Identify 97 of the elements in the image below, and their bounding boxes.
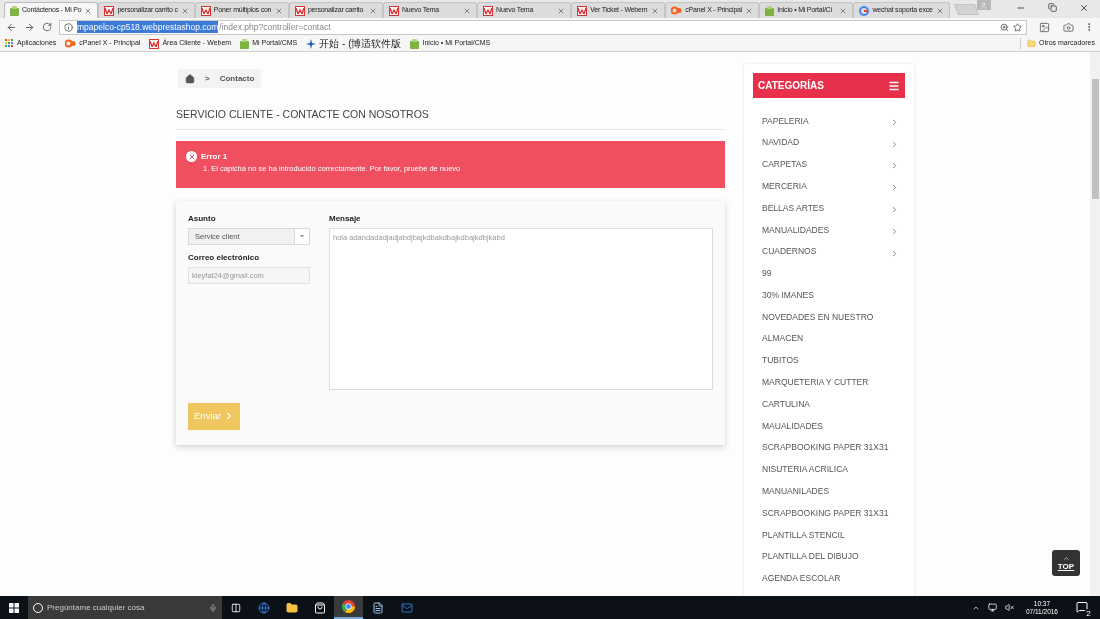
folder-icon[interactable]: [286, 601, 298, 614]
image-icon[interactable]: [1039, 21, 1050, 33]
home-icon[interactable]: [185, 73, 195, 84]
reload-icon[interactable]: [42, 22, 52, 32]
bookmark-item[interactable]: 开始 - (博适软件版: [319, 36, 402, 51]
address-bar[interactable]: mpapelco-cp518.webprestashop.com/index.php?controller=contact: [59, 19, 1027, 35]
notification-count: 2: [1084, 608, 1093, 618]
url-host: mpapelco-cp518.webprestashop.com: [77, 20, 219, 34]
windows-logo-icon[interactable]: [9, 602, 19, 613]
close-icon[interactable]: [84, 6, 93, 15]
close-icon[interactable]: [1079, 3, 1089, 13]
zoom-icon[interactable]: [1000, 22, 1009, 32]
category-link[interactable]: PLANTILLA DEL DIBUJO: [762, 550, 899, 564]
close-icon[interactable]: [557, 6, 566, 15]
bag-icon: [240, 38, 250, 49]
w-logo-icon: [389, 5, 399, 16]
w-logo-icon: [483, 5, 494, 16]
scrollbar[interactable]: [1090, 52, 1100, 596]
category-link[interactable]: NOVEDADES EN NUESTRO: [762, 310, 899, 324]
w-logo-icon: [294, 5, 305, 16]
category-link[interactable]: MANUANILADES: [762, 485, 899, 498]
error-icon: [186, 151, 197, 163]
chevron-right-icon[interactable]: [890, 226, 899, 236]
w-logo-icon: [577, 5, 588, 16]
close-icon[interactable]: [180, 6, 189, 15]
breadcrumb-current: Contacto: [219, 72, 255, 85]
category-link[interactable]: PLANTILLA STENCIL: [762, 528, 899, 542]
category-link[interactable]: AGENDA ESCOLAR: [762, 572, 899, 585]
category-link[interactable]: ALMACEN: [762, 332, 899, 346]
email-label: Correo electrónico: [188, 251, 261, 264]
message-label: Mensaje: [329, 212, 362, 225]
close-icon[interactable]: [369, 6, 377, 15]
g-logo-icon: [859, 5, 870, 16]
store-bag-icon[interactable]: [314, 601, 326, 614]
restore-icon[interactable]: [1048, 3, 1057, 12]
bag-icon: [10, 5, 19, 16]
new-tab-button[interactable]: [953, 4, 979, 15]
forward-icon[interactable]: [24, 21, 35, 33]
categories-title: CATEGORÍAS: [758, 78, 824, 93]
category-link[interactable]: BELLAS ARTES: [762, 201, 890, 215]
info-icon: [64, 22, 73, 32]
action-center-icon[interactable]: [1076, 600, 1088, 613]
task-view-icon[interactable]: [231, 602, 241, 613]
back-to-top-button[interactable]: TOP: [1052, 550, 1080, 576]
bag-icon: [410, 38, 420, 49]
chrome-taskbar-button[interactable]: [334, 596, 363, 619]
page-heading: SERVICIO CLIENTE - CONTACTE CON NOSOTROS: [176, 107, 725, 130]
chevron-right-icon[interactable]: [890, 248, 899, 258]
category-link[interactable]: NISUTERIA ACRILICA: [762, 463, 899, 476]
category-link[interactable]: MAUALIDADES: [762, 419, 899, 433]
chrome-logo-icon: [342, 600, 355, 613]
category-link[interactable]: 30% IMANES: [762, 288, 899, 302]
taskbar-search-field[interactable]: Pregúntame cualquier cosa: [28, 596, 222, 619]
category-link[interactable]: CARTULINA: [762, 397, 899, 411]
volume-muted-icon[interactable]: [1004, 603, 1014, 612]
breadcrumb-separator: >: [205, 72, 210, 85]
chevron-up-icon: [1062, 555, 1070, 562]
url-path: /index.php?controller=contact: [219, 20, 331, 34]
back-icon[interactable]: [6, 21, 17, 33]
network-icon[interactable]: [987, 603, 997, 612]
menu-icon[interactable]: [888, 79, 900, 92]
category-link[interactable]: SCRAPBOOKING PAPER 31X31: [762, 441, 899, 455]
category-link[interactable]: PAPELERIA: [762, 114, 890, 128]
category-link[interactable]: 99: [762, 267, 899, 280]
close-icon[interactable]: [651, 6, 660, 15]
person-icon: [980, 1, 988, 9]
chevron-right-icon[interactable]: [890, 183, 899, 193]
category-link[interactable]: MANUALIDADES: [762, 223, 890, 237]
apps-grid-icon: [5, 39, 14, 48]
close-icon[interactable]: [839, 6, 848, 15]
camera-icon[interactable]: [1063, 21, 1074, 33]
subject-label: Asunto: [188, 212, 217, 225]
close-icon[interactable]: [274, 6, 283, 15]
document-icon[interactable]: [372, 601, 384, 614]
close-icon[interactable]: [935, 6, 944, 15]
chevron-right-icon[interactable]: [890, 139, 899, 149]
chevron-right-icon[interactable]: [890, 205, 899, 215]
bookmark-star-icon[interactable]: [1013, 22, 1022, 32]
error-title: Error 1: [201, 150, 228, 163]
microphone-icon[interactable]: [209, 603, 217, 612]
category-link[interactable]: MERCERIA: [762, 179, 890, 193]
close-icon[interactable]: [463, 6, 472, 15]
close-icon[interactable]: [745, 6, 754, 15]
star-logo-icon: [306, 38, 317, 49]
category-link[interactable]: MARQUETERIA Y CUTTER: [762, 376, 899, 389]
bag-icon: [765, 5, 775, 16]
w-logo-icon: [200, 5, 211, 16]
category-link[interactable]: SCRAPBOOKING PAPER 31X31: [762, 506, 899, 520]
category-link[interactable]: NAVIDAD: [762, 136, 890, 150]
category-link[interactable]: TUBITOS: [762, 354, 899, 368]
category-link[interactable]: CUADERNOS: [762, 245, 890, 259]
chevron-right-icon[interactable]: [890, 117, 899, 127]
cp-logo-icon: [671, 6, 683, 15]
w-logo-icon: [104, 5, 115, 16]
category-link[interactable]: CARPETAS: [762, 158, 890, 171]
chevron-right-icon[interactable]: [890, 161, 899, 171]
cp-logo-icon: [65, 39, 77, 48]
